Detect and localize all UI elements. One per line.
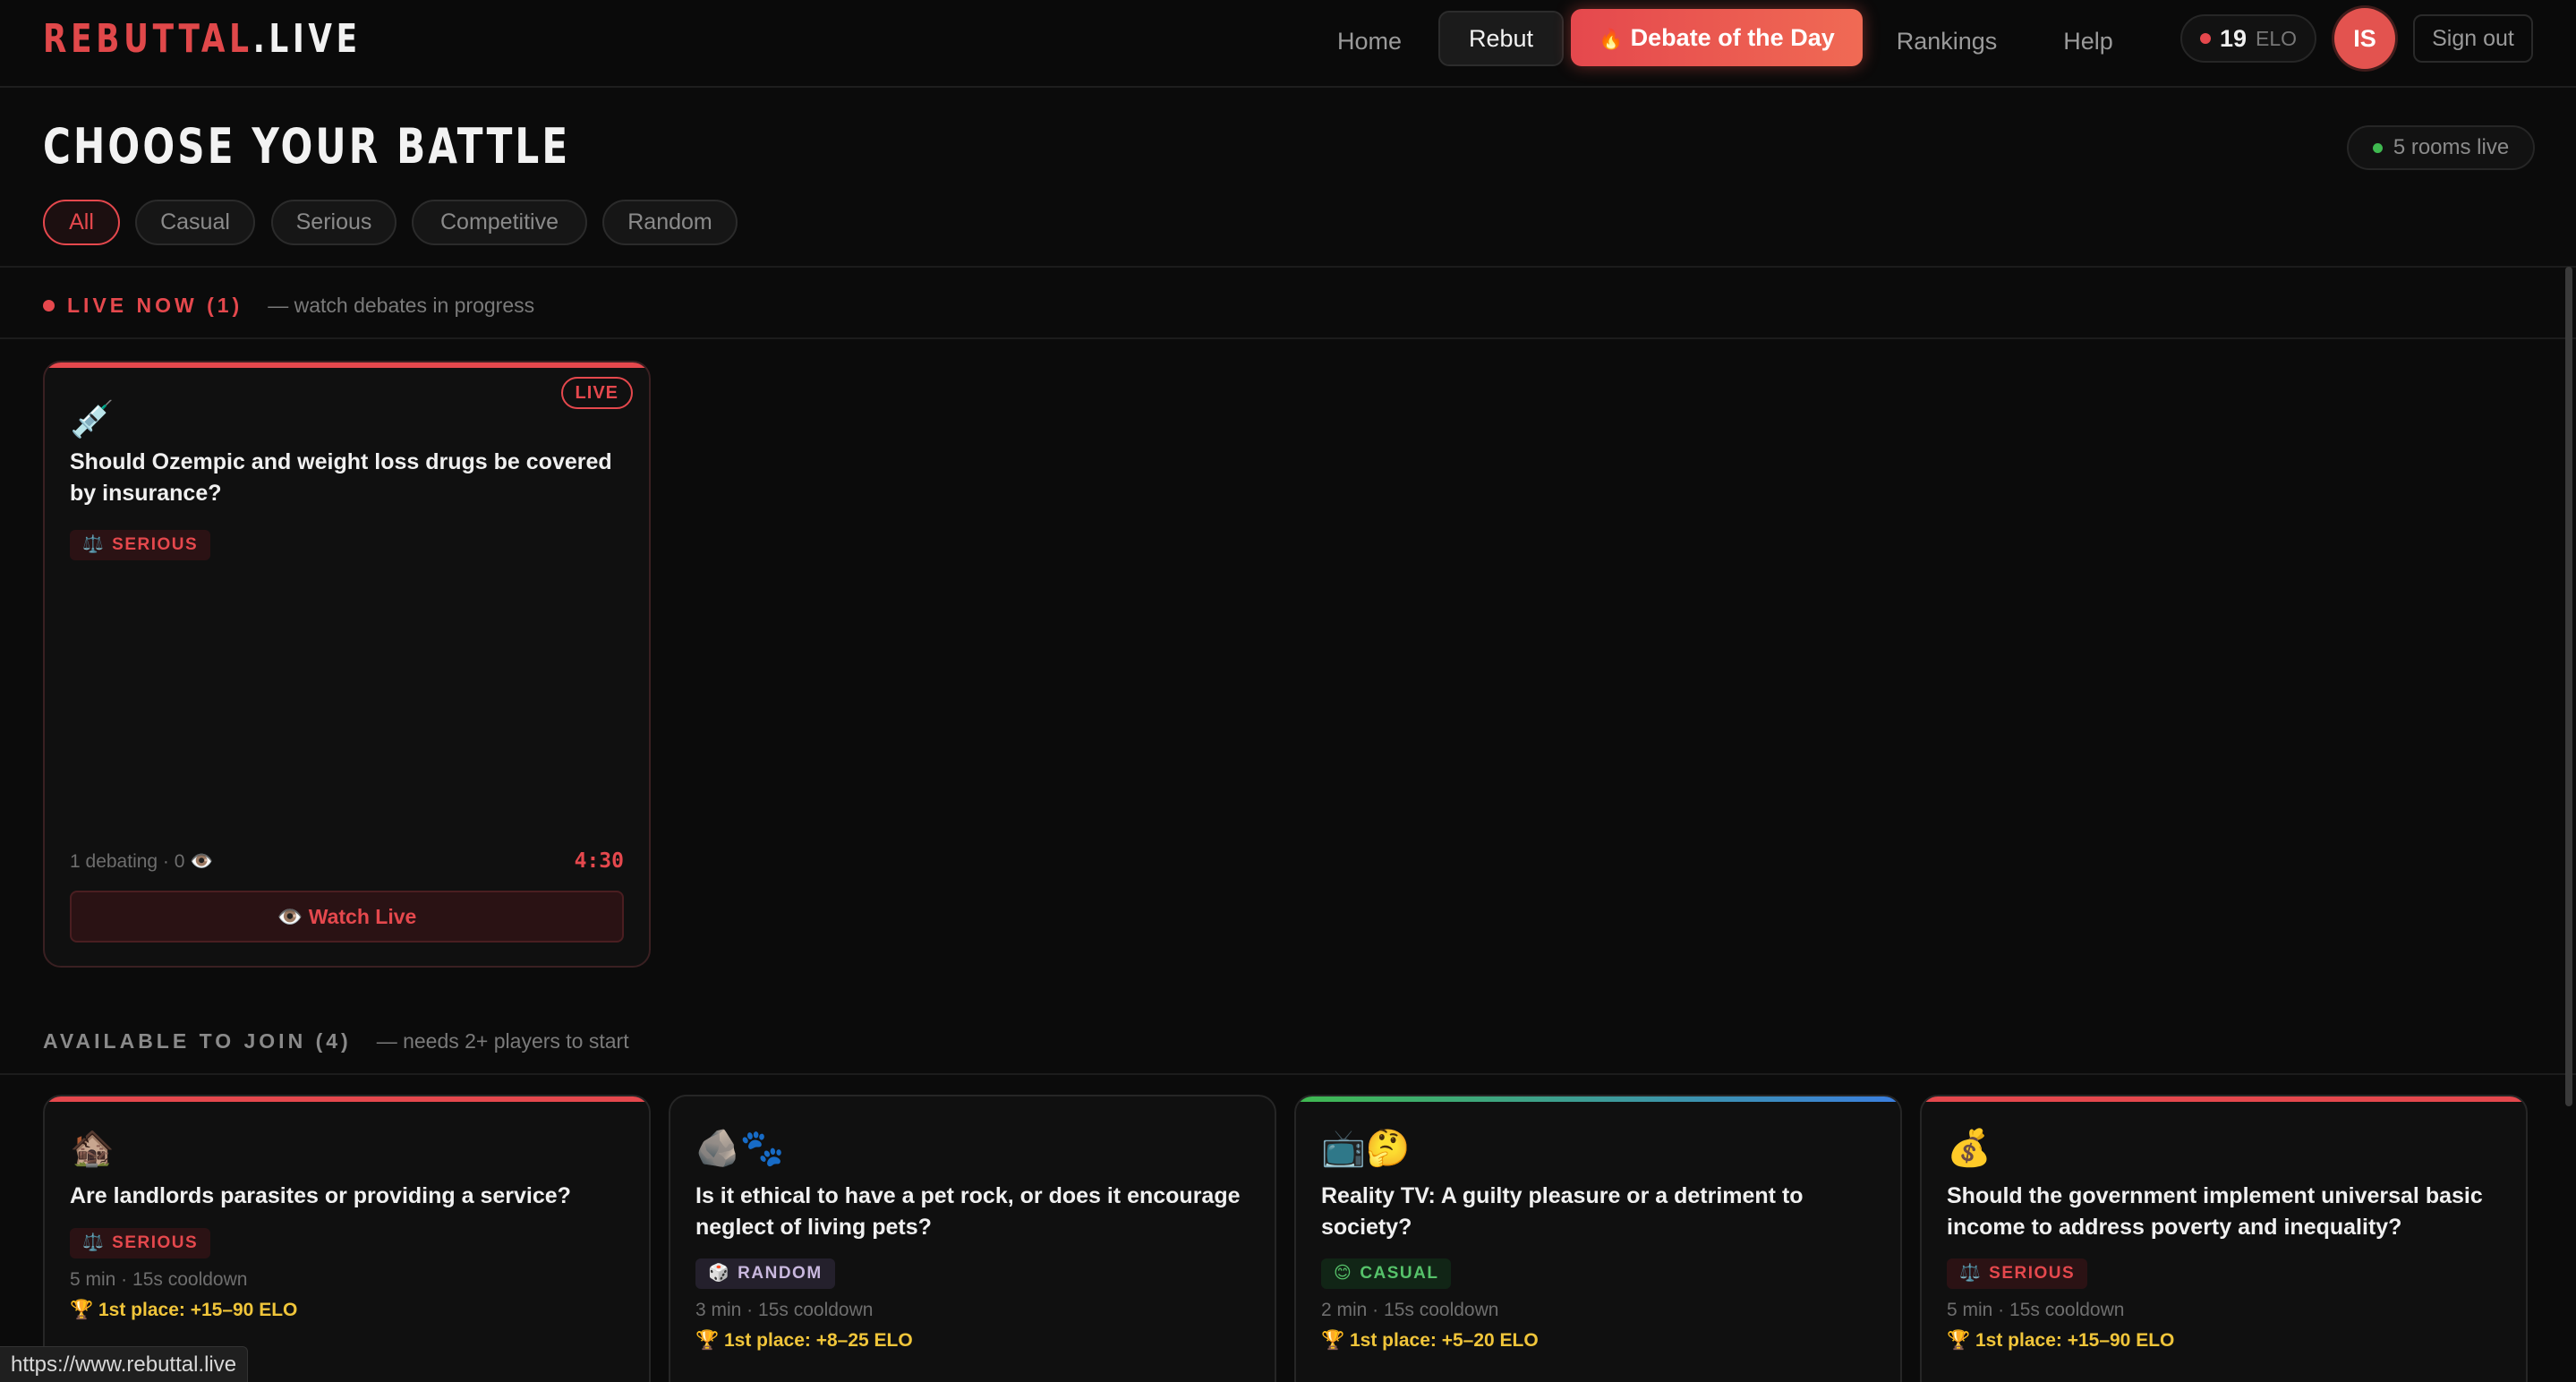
debate-of-the-day-button[interactable]: 🔥 Debate of the Day: [1571, 9, 1863, 66]
divider: [0, 1073, 2576, 1075]
debate-question: Is it ethical to have a pet rock, or doe…: [695, 1183, 1241, 1240]
money-bag-icon: 💰: [1947, 1129, 1992, 1168]
debate-room-card[interactable]: 🏚️ Are landlords parasites or providing …: [43, 1095, 651, 1382]
live-dot-icon: [43, 300, 55, 311]
live-stats: 1 debating · 0 👁️: [70, 851, 214, 872]
elo-badge: 19 ELO: [2180, 14, 2316, 63]
card-accent-bar: [45, 363, 649, 368]
live-now-label: LIVE NOW (1): [67, 294, 243, 317]
category-badge-serious: ⚖️ SERIOUS: [70, 530, 211, 560]
live-dot-icon: [2372, 142, 2383, 153]
debate-room-card[interactable]: 💰 Should the government implement univer…: [1920, 1095, 2528, 1382]
nav-rebut-button[interactable]: Rebut: [1438, 11, 1564, 66]
filter-random[interactable]: Random: [602, 200, 738, 245]
live-now-header: LIVE NOW (1) — watch debates in progress: [43, 294, 534, 318]
category-badge-casual: 😊 CASUAL: [1321, 1258, 1452, 1289]
smile-icon: 😊: [1334, 1264, 1353, 1283]
available-subtitle: — needs 2+ players to start: [376, 1029, 629, 1053]
available-header: AVAILABLE TO JOIN (4) — needs 2+ players…: [43, 1029, 629, 1054]
category-badge-serious: ⚖️ SERIOUS: [70, 1228, 211, 1258]
debate-room-card[interactable]: 📺🤔 Reality TV: A guilty pleasure or a de…: [1294, 1095, 1902, 1382]
filter-competitive[interactable]: Competitive: [412, 200, 587, 245]
category-badge-label: SERIOUS: [112, 1233, 199, 1252]
fire-icon: 🔥: [1599, 28, 1624, 50]
prize-info: 🏆 1st place: +5–20 ELO: [1321, 1330, 1539, 1351]
dice-icon: 🎲: [708, 1264, 731, 1283]
debate-question: Reality TV: A guilty pleasure or a detri…: [1321, 1183, 1804, 1240]
debate-question: Should Ozempic and weight loss drugs be …: [70, 449, 612, 506]
logo-part-rebuttal: REBUTTAL: [43, 16, 253, 62]
scales-icon: ⚖️: [82, 535, 106, 554]
logo[interactable]: REBUTTAL .LIVE: [43, 16, 362, 63]
user-avatar[interactable]: IS: [2334, 8, 2395, 69]
nav-help-link[interactable]: Help: [2050, 18, 2127, 64]
rooms-live-label: 5 rooms live: [2393, 135, 2510, 159]
syringe-icon: 💉: [70, 400, 115, 439]
page-title: CHOOSE YOUR BATTLE: [43, 118, 571, 175]
watch-live-button[interactable]: 👁️ Watch Live: [70, 891, 624, 943]
divider: [0, 266, 2576, 268]
category-badge-label: RANDOM: [738, 1264, 823, 1283]
live-debate-card[interactable]: LIVE 💉 Should Ozempic and weight loss dr…: [43, 361, 651, 968]
live-badge: LIVE: [560, 377, 633, 409]
page-scrollbar[interactable]: [2565, 267, 2572, 1106]
category-badge-label: SERIOUS: [112, 535, 199, 554]
elo-value: 19: [2219, 24, 2247, 52]
room-meta: 5 min · 15s cooldown: [70, 1269, 248, 1290]
available-label: AVAILABLE TO JOIN (4): [43, 1029, 352, 1053]
filter-all[interactable]: All: [43, 200, 120, 245]
room-meta: 2 min · 15s cooldown: [1321, 1300, 1499, 1320]
debate-of-the-day-label: Debate of the Day: [1630, 24, 1835, 51]
prize-info: 🏆 1st place: +15–90 ELO: [1947, 1330, 2175, 1351]
debate-question: Are landlords parasites or providing a s…: [70, 1183, 571, 1208]
scales-icon: ⚖️: [82, 1233, 106, 1252]
status-bar-url: https://www.rebuttal.live: [0, 1346, 249, 1382]
house-icon: 🏚️: [70, 1129, 115, 1168]
category-badge-random: 🎲 RANDOM: [695, 1258, 835, 1289]
elo-label: ELO: [2256, 26, 2298, 50]
prize-info: 🏆 1st place: +8–25 ELO: [695, 1330, 913, 1351]
scales-icon: ⚖️: [1959, 1264, 1983, 1283]
debate-timer: 4:30: [574, 849, 624, 873]
debate-room-card[interactable]: 🪨🐾 Is it ethical to have a pet rock, or …: [669, 1095, 1276, 1382]
nav-rankings-link[interactable]: Rankings: [1887, 18, 2007, 64]
debate-question: Should the government implement universa…: [1947, 1183, 2483, 1240]
rooms-live-indicator: 5 rooms live: [2347, 125, 2535, 170]
filter-serious[interactable]: Serious: [271, 200, 397, 245]
top-nav-bar: REBUTTAL .LIVE Home Rebut 🔥 Debate of the …: [0, 0, 2576, 88]
sign-out-button[interactable]: Sign out: [2413, 14, 2533, 63]
rock-paw-icon: 🪨🐾: [695, 1129, 785, 1168]
card-accent-bar: [45, 1096, 649, 1102]
category-badge-label: CASUAL: [1360, 1264, 1439, 1283]
card-accent-bar: [1922, 1096, 2526, 1102]
category-badge-label: SERIOUS: [1989, 1264, 2076, 1283]
nav-home-link[interactable]: Home: [1316, 18, 1423, 64]
filter-casual[interactable]: Casual: [135, 200, 255, 245]
category-badge-serious: ⚖️ SERIOUS: [1947, 1258, 2088, 1289]
room-meta: 3 min · 15s cooldown: [695, 1300, 874, 1320]
tv-thinking-icon: 📺🤔: [1321, 1129, 1411, 1168]
live-now-subtitle: — watch debates in progress: [268, 294, 535, 317]
logo-part-live: .LIVE: [252, 16, 362, 62]
status-dot-icon: [2199, 33, 2211, 44]
divider: [0, 337, 2576, 339]
room-meta: 5 min · 15s cooldown: [1947, 1300, 2125, 1320]
prize-info: 🏆 1st place: +15–90 ELO: [70, 1300, 298, 1320]
card-accent-bar: [1296, 1096, 1900, 1102]
